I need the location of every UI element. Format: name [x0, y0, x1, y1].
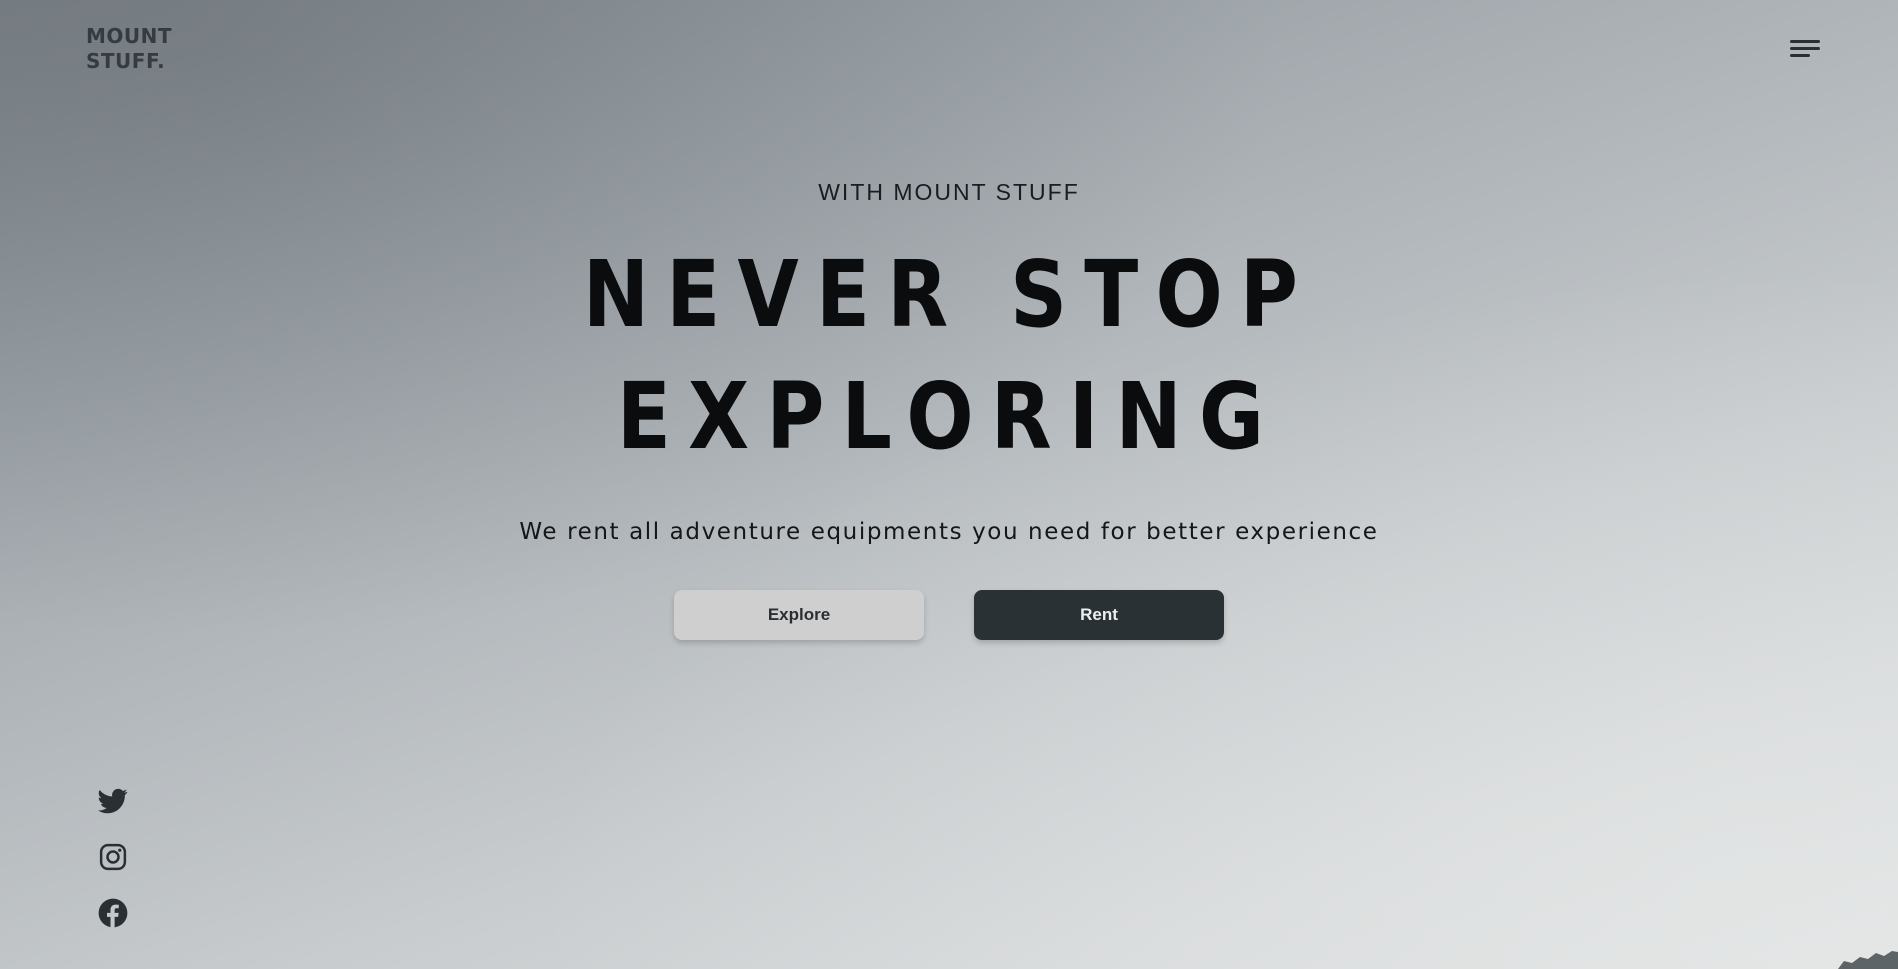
hero-tagline: We rent all adventure equipments you nee…	[519, 519, 1379, 545]
facebook-icon	[98, 898, 128, 928]
instagram-icon	[99, 843, 127, 871]
hero-actions: Explore Rent	[0, 590, 1898, 640]
mountain-ridge-decoration	[1838, 951, 1898, 969]
twitter-link[interactable]	[98, 786, 128, 816]
twitter-icon	[98, 788, 128, 814]
menu-bar	[1790, 54, 1810, 57]
hero-headline-line2: EXPLORING	[616, 363, 1282, 470]
social-links	[98, 786, 128, 928]
brand-logo-line1: MOUNT	[86, 24, 173, 48]
hero-headline: NEVER STOP EXPLORING	[133, 234, 1765, 478]
menu-bar	[1790, 40, 1820, 43]
explore-button[interactable]: Explore	[674, 590, 924, 640]
hero-eyebrow: WITH MOUNT STUFF	[818, 179, 1080, 205]
facebook-link[interactable]	[98, 898, 128, 928]
brand-logo-line2: STUFF.	[86, 49, 166, 73]
brand-logo[interactable]: MOUNT STUFF.	[86, 24, 172, 74]
rent-button[interactable]: Rent	[974, 590, 1224, 640]
menu-bar	[1790, 47, 1820, 50]
hamburger-menu-icon[interactable]	[1790, 38, 1822, 60]
instagram-link[interactable]	[98, 842, 128, 872]
hero-headline-line1: NEVER STOP	[582, 241, 1316, 348]
hero-section: WITH MOUNT STUFF NEVER STOP EXPLORING We…	[0, 176, 1898, 640]
